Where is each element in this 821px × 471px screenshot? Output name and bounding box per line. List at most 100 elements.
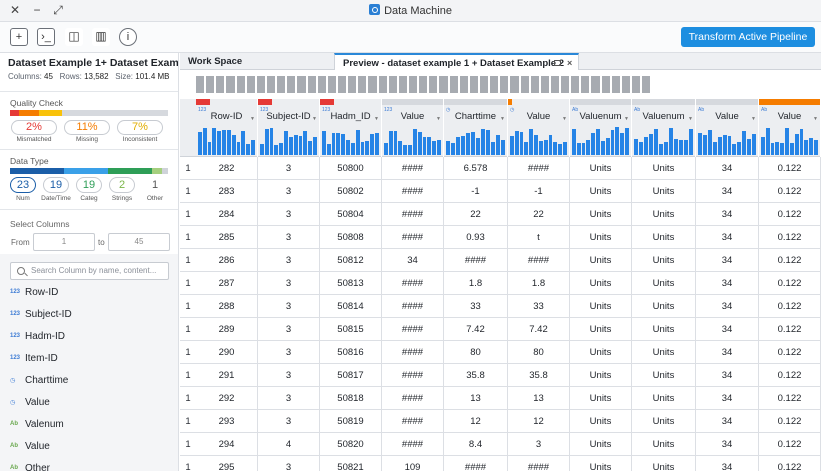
table-cell[interactable]: -1 (508, 180, 570, 203)
table-cell[interactable]: 50800 (320, 157, 382, 180)
from-input[interactable]: 1 (33, 233, 95, 251)
table-cell[interactable]: 0.122 (759, 433, 821, 456)
minimap-column[interactable] (469, 76, 478, 93)
table-cell[interactable]: 290 (196, 341, 258, 364)
table-cell[interactable]: 0.122 (759, 295, 821, 318)
table-cell[interactable]: 292 (196, 387, 258, 410)
minimap-column[interactable] (348, 76, 357, 93)
table-cell[interactable]: 34 (696, 456, 759, 471)
table-row[interactable]: 1 286 3 50812 34 #### #### Units Units 34 0.122 (180, 249, 821, 272)
table-cell[interactable]: -1 (444, 180, 508, 203)
table-cell[interactable]: 7.42 (444, 318, 508, 341)
table-row[interactable]: 1 294 4 50820 #### 8.4 3 Units Units 34 0.122 (180, 433, 821, 456)
table-cell[interactable]: 33 (508, 295, 570, 318)
table-cell[interactable]: 0.122 (759, 387, 821, 410)
table-cell[interactable]: Units (632, 203, 696, 226)
minimap-column[interactable] (530, 76, 539, 93)
table-cell[interactable]: 282 (196, 157, 258, 180)
table-cell[interactable]: 288 (196, 295, 258, 318)
table-cell[interactable]: 34 (696, 341, 759, 364)
table-cell[interactable]: 50816 (320, 341, 382, 364)
minimap-column[interactable] (317, 76, 326, 93)
column-list-item[interactable]: Ab Value (10, 440, 170, 456)
table-row[interactable]: 1 283 3 50802 #### -1 -1 Units Units 34 0.122 (180, 180, 821, 203)
to-input[interactable]: 45 (108, 233, 170, 251)
close-tab-icon[interactable]: × (567, 55, 572, 72)
table-cell[interactable]: 3 (258, 318, 320, 341)
table-cell[interactable]: Units (570, 157, 632, 180)
missing-badge[interactable]: 11% (64, 120, 110, 135)
table-cell[interactable]: 3 (508, 433, 570, 456)
datetime-count[interactable]: 19 (43, 177, 69, 193)
table-cell[interactable]: 289 (196, 318, 258, 341)
column-minimap[interactable] (196, 76, 651, 93)
table-cell[interactable]: 50821 (320, 456, 382, 471)
table-cell[interactable]: 34 (696, 203, 759, 226)
table-cell[interactable]: #### (382, 433, 444, 456)
minimap-column[interactable] (439, 76, 448, 93)
table-row[interactable]: 1 295 3 50821 109 #### #### Units Units 34 0.122 (180, 456, 821, 471)
table-cell[interactable]: Units (570, 433, 632, 456)
column-header[interactable]: Ab Valuenum ▼ (632, 99, 696, 157)
preview-icon[interactable]: ◫ (65, 28, 83, 46)
table-cell[interactable]: 8.4 (444, 433, 508, 456)
table-cell[interactable]: 3 (258, 249, 320, 272)
table-cell[interactable]: 34 (696, 157, 759, 180)
window-icon[interactable] (554, 60, 561, 66)
table-cell[interactable]: #### (382, 226, 444, 249)
table-cell[interactable]: 3 (258, 180, 320, 203)
strings-count[interactable]: 2 (109, 177, 135, 193)
minimap-column[interactable] (520, 76, 529, 93)
table-cell[interactable]: Units (632, 341, 696, 364)
minimap-column[interactable] (337, 76, 347, 93)
table-cell[interactable]: #### (382, 364, 444, 387)
tab-workspace[interactable]: Work Space (180, 53, 334, 70)
table-row[interactable]: 1 291 3 50817 #### 35.8 35.8 Units Units 34 0.122 (180, 364, 821, 387)
table-cell[interactable]: Units (632, 410, 696, 433)
table-cell[interactable]: 34 (382, 249, 444, 272)
minimap-column[interactable] (642, 76, 651, 93)
table-cell[interactable]: Units (632, 157, 696, 180)
table-cell[interactable]: 291 (196, 364, 258, 387)
table-cell[interactable]: 293 (196, 410, 258, 433)
table-cell[interactable]: 80 (444, 341, 508, 364)
minimap-column[interactable] (206, 76, 215, 93)
minimap-column[interactable] (510, 76, 519, 93)
table-cell[interactable]: #### (382, 295, 444, 318)
table-cell[interactable]: Units (632, 272, 696, 295)
table-cell[interactable]: 7.42 (508, 318, 570, 341)
table-cell[interactable]: 286 (196, 249, 258, 272)
minimap-column[interactable] (287, 76, 296, 93)
minimap-column[interactable] (490, 76, 499, 93)
minimap-column[interactable] (196, 76, 205, 93)
table-cell[interactable]: 3 (258, 295, 320, 318)
table-cell[interactable]: 34 (696, 364, 759, 387)
table-cell[interactable]: 1.8 (508, 272, 570, 295)
table-cell[interactable]: 1.8 (444, 272, 508, 295)
table-cell[interactable]: #### (382, 272, 444, 295)
column-list-item[interactable]: 123 Hadm-ID (10, 330, 170, 346)
column-list-item[interactable]: 123 Subject-ID (10, 308, 170, 324)
table-cell[interactable]: 50815 (320, 318, 382, 341)
num-count[interactable]: 23 (10, 177, 36, 193)
table-row[interactable]: 1 284 3 50804 #### 22 22 Units Units 34 0.122 (180, 203, 821, 226)
table-cell[interactable]: 34 (696, 180, 759, 203)
table-cell[interactable]: 22 (444, 203, 508, 226)
table-cell[interactable]: 50818 (320, 387, 382, 410)
table-cell[interactable]: Units (632, 249, 696, 272)
column-header[interactable]: Ab Valuenum ▼ (570, 99, 632, 157)
minimap-column[interactable] (398, 76, 407, 93)
table-cell[interactable]: 50813 (320, 272, 382, 295)
minimap-column[interactable] (216, 76, 225, 93)
minimap-column[interactable] (297, 76, 306, 93)
sort-arrow-icon[interactable]: ▼ (562, 116, 567, 122)
table-cell[interactable]: #### (508, 157, 570, 180)
table-cell[interactable]: 50820 (320, 433, 382, 456)
column-header[interactable]: 123 Subject-ID ▼ (258, 99, 320, 157)
minimap-column[interactable] (479, 76, 489, 93)
table-cell[interactable]: Units (570, 341, 632, 364)
table-cell[interactable]: 0.122 (759, 456, 821, 471)
minimap-column[interactable] (632, 76, 641, 93)
minimap-column[interactable] (601, 76, 610, 93)
table-cell[interactable]: 284 (196, 203, 258, 226)
